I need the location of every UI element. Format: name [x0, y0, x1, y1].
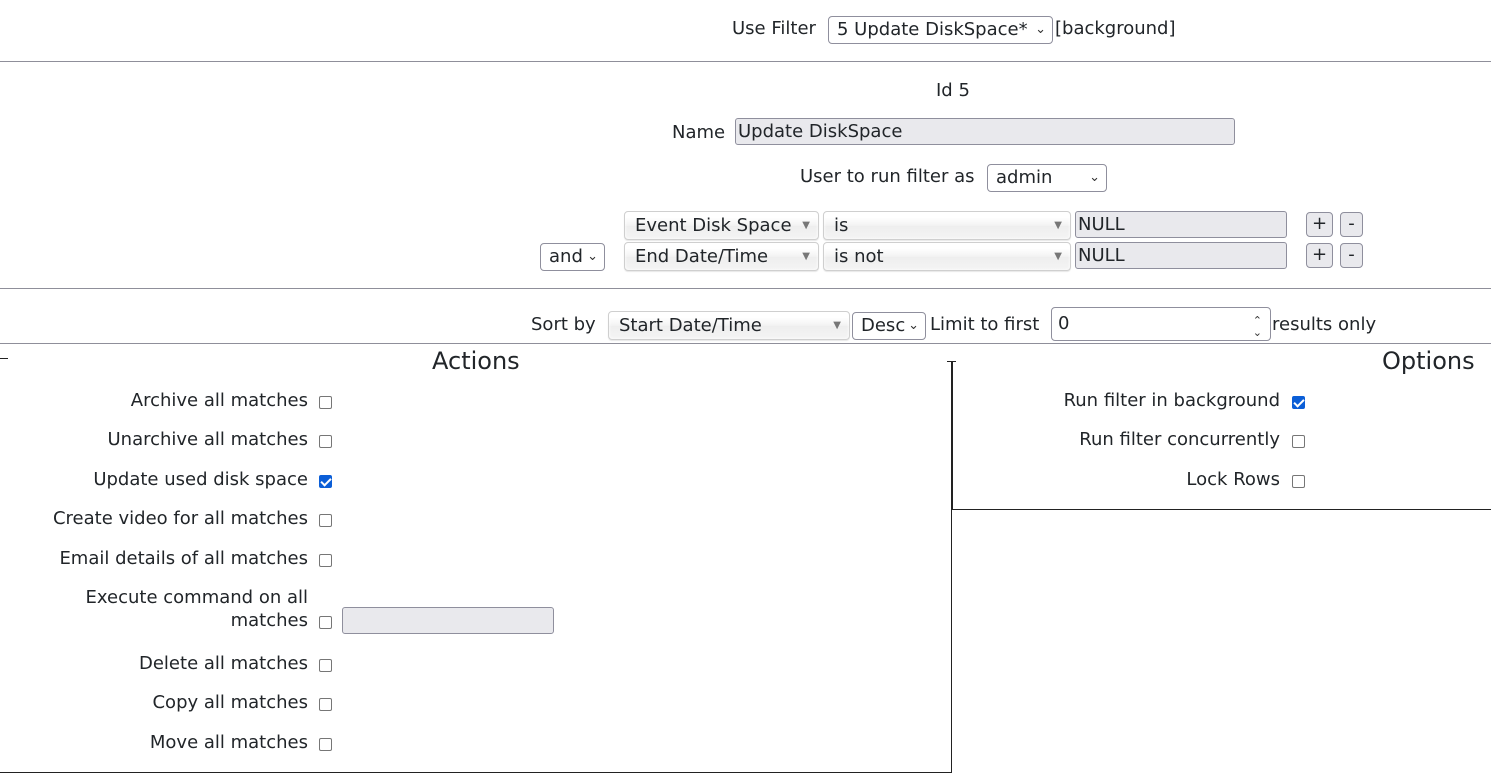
divider-top [0, 61, 1491, 62]
action-move-label: Move all matches [149, 732, 308, 753]
term-2-remove-button[interactable]: - [1340, 243, 1363, 268]
actions-panel-border-bottom [0, 772, 952, 773]
option-background-checkbox[interactable] [1292, 396, 1305, 409]
options-panel-border-bottom [952, 509, 1491, 510]
sort-direction-select[interactable]: Desc ⌄ [852, 312, 926, 340]
term-2-operator-select[interactable]: is not ▼ [823, 242, 1071, 271]
action-archive-label: Archive all matches [130, 390, 308, 411]
action-archive-checkbox[interactable] [319, 396, 332, 409]
term-2-add-button[interactable]: + [1306, 243, 1333, 268]
chevron-down-icon: ⌄ [587, 249, 598, 264]
limit-value: 0 [1058, 313, 1070, 334]
chevron-down-icon: ⌄ [1035, 22, 1046, 37]
action-create-video-checkbox[interactable] [319, 514, 332, 527]
options-heading: Options [1382, 347, 1475, 375]
action-move-checkbox[interactable] [319, 738, 332, 751]
term-2-field-select[interactable]: End Date/Time ▼ [624, 242, 819, 271]
triangle-down-icon: ▼ [833, 320, 841, 331]
sort-field-select[interactable]: Start Date/Time ▼ [608, 311, 850, 340]
chevron-down-icon: ⌄ [908, 318, 919, 333]
filter-select[interactable]: 5 Update DiskSpace* ⌄ [828, 16, 1053, 44]
term-1-field-value: Event Disk Space [635, 215, 792, 236]
use-filter-label: Use Filter [732, 18, 816, 39]
term-1-operator-select[interactable]: is ▼ [823, 211, 1071, 240]
triangle-down-icon: ▼ [802, 251, 810, 262]
term-2-value-input[interactable]: NULL [1075, 242, 1287, 269]
action-delete-checkbox[interactable] [319, 659, 332, 672]
triangle-down-icon: ▼ [802, 220, 810, 231]
sort-by-label: Sort by [531, 314, 596, 335]
option-concurrently-checkbox[interactable] [1292, 435, 1305, 448]
run-as-label: User to run filter as [800, 166, 975, 187]
term-2-operator-value: is not [834, 246, 884, 267]
actions-panel-tick [0, 358, 8, 359]
action-execute-command-label-line1: Execute command on all [85, 587, 308, 608]
limit-input[interactable]: 0 ⌃ ⌄ [1051, 307, 1271, 341]
action-execute-command-label-line2: matches [230, 610, 308, 631]
chevron-down-icon: ⌄ [1089, 170, 1100, 185]
term-1-field-select[interactable]: Event Disk Space ▼ [624, 211, 819, 240]
action-update-disk-space-checkbox[interactable] [319, 475, 332, 488]
sort-direction-value: Desc [861, 315, 906, 336]
background-tag: [background] [1055, 18, 1176, 39]
action-email-details-label: Email details of all matches [59, 548, 308, 569]
term-2-field-value: End Date/Time [635, 246, 769, 267]
term-1-add-button[interactable]: + [1306, 212, 1333, 237]
action-update-disk-space-label: Update used disk space [93, 469, 308, 490]
term-2-conjunction-select[interactable]: and ⌄ [540, 243, 605, 271]
run-as-select[interactable]: admin ⌄ [987, 164, 1107, 192]
sort-field-value: Start Date/Time [619, 315, 762, 336]
term-1-value-input[interactable]: NULL [1075, 211, 1287, 238]
results-only-label: results only [1272, 314, 1377, 335]
option-concurrently-label: Run filter concurrently [1079, 429, 1280, 450]
action-execute-command-input[interactable] [342, 607, 554, 634]
action-copy-label: Copy all matches [152, 692, 308, 713]
action-delete-label: Delete all matches [139, 653, 308, 674]
name-input[interactable]: Update DiskSpace [735, 118, 1235, 145]
filter-id: Id 5 [936, 80, 970, 101]
option-lock-rows-label: Lock Rows [1186, 469, 1280, 490]
action-create-video-label: Create video for all matches [52, 508, 308, 529]
term-1-operator-value: is [834, 215, 849, 236]
triangle-down-icon: ▼ [1054, 220, 1062, 231]
limit-label: Limit to first [930, 314, 1040, 335]
run-as-value: admin [996, 167, 1053, 188]
option-lock-rows-checkbox[interactable] [1292, 475, 1305, 488]
options-panel-border-left [952, 362, 953, 510]
action-execute-command-checkbox[interactable] [319, 616, 332, 629]
triangle-down-icon: ▼ [1054, 251, 1062, 262]
spinner-icon[interactable]: ⌃ ⌄ [1253, 315, 1262, 339]
divider-bottom [0, 343, 1491, 344]
option-background-label: Run filter in background [1063, 390, 1280, 411]
term-1-remove-button[interactable]: - [1340, 212, 1363, 237]
action-copy-checkbox[interactable] [319, 698, 332, 711]
action-unarchive-checkbox[interactable] [319, 435, 332, 448]
action-email-details-checkbox[interactable] [319, 554, 332, 567]
name-label: Name [672, 122, 726, 143]
actions-heading: Actions [432, 347, 520, 375]
term-2-conjunction-value: and [549, 246, 583, 267]
action-unarchive-label: Unarchive all matches [107, 429, 308, 450]
filter-select-value: 5 Update DiskSpace* [837, 19, 1028, 40]
divider-middle [0, 288, 1491, 289]
